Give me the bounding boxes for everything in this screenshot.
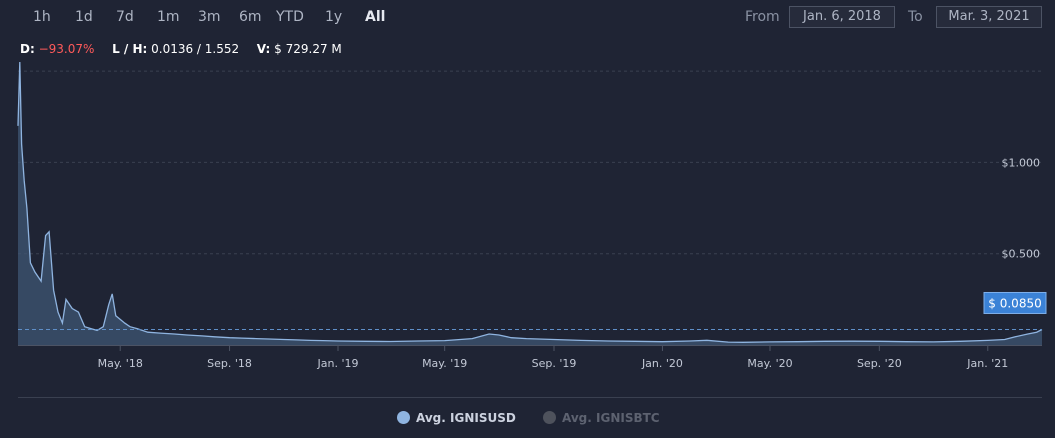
x-tick-label: Sep. '19	[532, 357, 577, 370]
series-line	[17, 61, 1043, 343]
x-tick-label: May. '20	[747, 357, 792, 370]
axes	[18, 345, 1042, 398]
series-area	[17, 61, 1043, 345]
x-tick-label: Jan. '20	[641, 357, 683, 370]
x-tick-label: May. '18	[98, 357, 143, 370]
current-price-label: $ 0.0850	[988, 296, 1041, 310]
series-area-fill	[18, 62, 1042, 345]
legend-dot-icon	[543, 411, 556, 424]
current-price-marker: $ 0.0850	[18, 291, 1047, 330]
x-tick-label: May. '19	[422, 357, 467, 370]
y-tick-label: $1.000	[1002, 156, 1041, 169]
legend-item-ignisbtc[interactable]: Avg. IGNISBTC	[543, 409, 660, 427]
legend-label-ignisbtc: Avg. IGNISBTC	[562, 411, 660, 425]
price-chart[interactable]: $0.500 $1.000 May. '18 Sep. '18 Jan. '19 May.…	[0, 0, 1055, 438]
legend-item-ignisusd[interactable]: Avg. IGNISUSD	[397, 409, 516, 427]
legend-label-ignisusd: Avg. IGNISUSD	[416, 411, 516, 425]
y-tick-label: $0.500	[1002, 248, 1041, 261]
x-tick-label: Jan. '19	[317, 357, 359, 370]
x-tick-label: Sep. '20	[857, 357, 902, 370]
x-tick-label: Jan. '21	[966, 357, 1008, 370]
legend-dot-icon	[397, 411, 410, 424]
grid-lines	[18, 70, 1042, 255]
x-tick-label: Sep. '18	[207, 357, 252, 370]
